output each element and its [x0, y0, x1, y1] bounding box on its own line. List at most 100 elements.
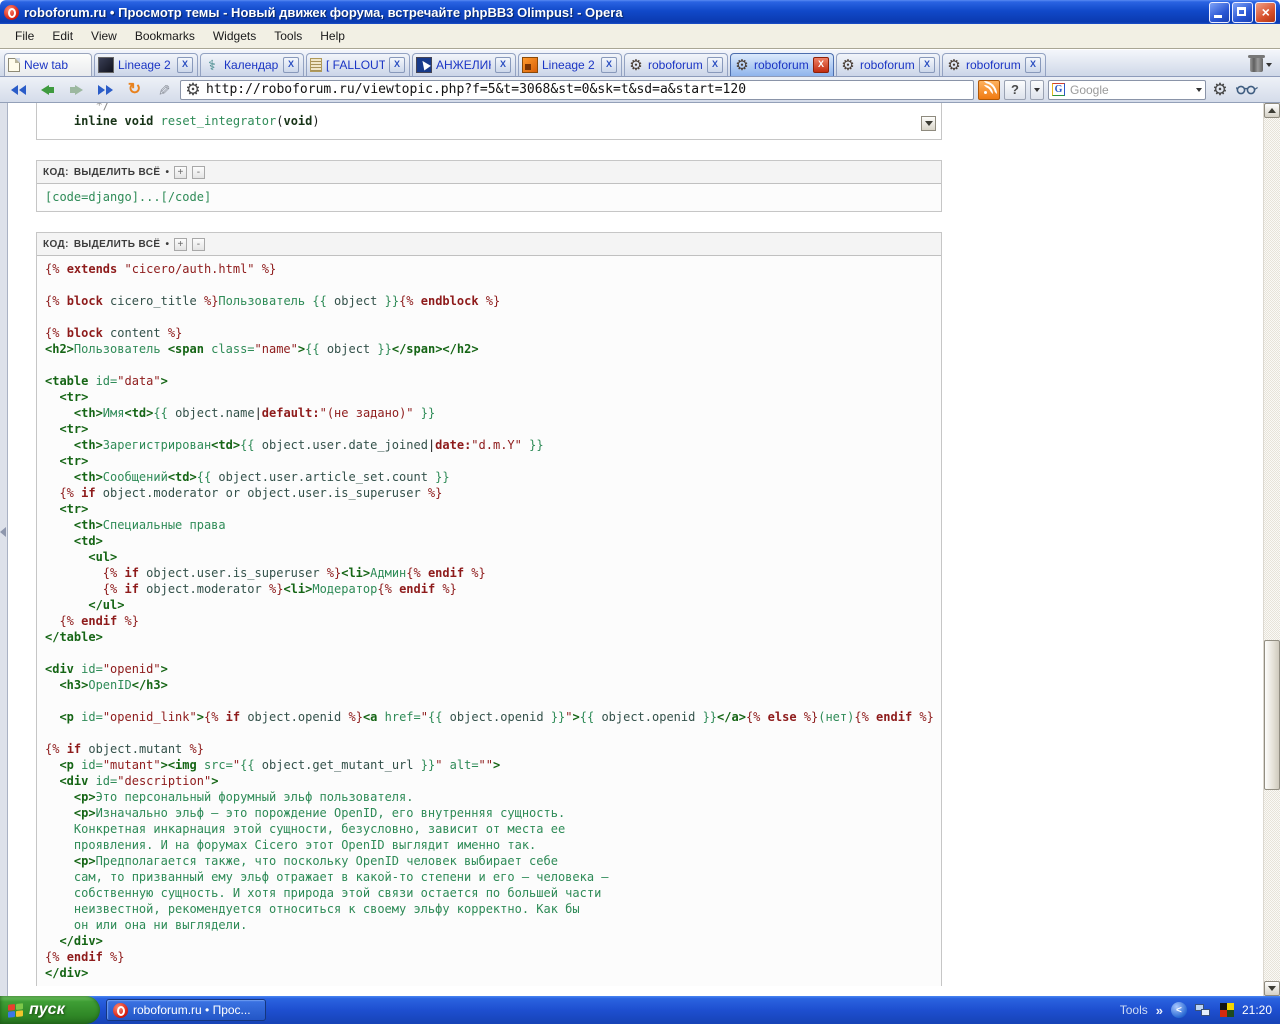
tab-close-button[interactable]: X — [283, 57, 299, 73]
tab[interactable]: [ FALLOUT.RU...X — [306, 53, 410, 76]
code-block-1: КОД: ВЫДЕЛИТЬ ВСЁ • + - [code=django]...… — [36, 160, 942, 212]
edit-mode-button[interactable]: ✎ — [151, 79, 176, 100]
address-dropdown-button[interactable] — [1030, 80, 1044, 100]
code-line: {% if object.moderator or object.user.is… — [45, 485, 933, 501]
tab-close-button[interactable]: X — [813, 57, 829, 73]
back-icon-bar — [49, 87, 54, 93]
code-scroll-dropdown-button[interactable] — [921, 116, 936, 131]
select-all-link[interactable]: ВЫДЕЛИТЬ ВСЁ — [74, 167, 161, 178]
desktop: roboforum.ru • Просмотр темы - Новый дви… — [0, 0, 1280, 1024]
code-line: {% block content %} — [45, 325, 933, 341]
code-line: Конкретная инкарнация этой сущности, без… — [45, 821, 933, 837]
tab-close-button[interactable]: X — [389, 57, 405, 73]
code-line — [45, 725, 933, 741]
tab-close-button[interactable]: X — [177, 57, 193, 73]
code-line: {% endif %} — [45, 613, 933, 629]
search-dropdown-icon[interactable] — [1196, 88, 1202, 92]
code-line — [45, 309, 933, 325]
menu-item[interactable]: File — [6, 26, 43, 46]
reload-button[interactable]: ↻ — [122, 79, 147, 100]
code-line: собственную сущность. И хотя природа это… — [45, 885, 933, 901]
close-button[interactable]: × — [1255, 2, 1276, 23]
tab-close-button[interactable]: X — [919, 57, 935, 73]
panel-splitter[interactable] — [0, 103, 8, 996]
maximize-button[interactable] — [1232, 2, 1253, 23]
url-text[interactable]: http://roboforum.ru/viewtopic.php?f=5&t=… — [206, 82, 746, 97]
tab[interactable]: roboforum.ru •...X — [730, 53, 834, 76]
code-line: <td> — [45, 533, 933, 549]
start-button[interactable]: пуск — [0, 996, 100, 1024]
caret-down-icon — [1266, 63, 1272, 67]
tray-collapse-button[interactable] — [1171, 1002, 1187, 1018]
menu-item[interactable]: Edit — [43, 26, 82, 46]
code-line: <h2>Пользователь <span class="name">{{ o… — [45, 341, 933, 357]
select-all-link[interactable]: ВЫДЕЛИТЬ ВСЁ — [74, 239, 161, 250]
fast-forward-button[interactable] — [93, 79, 118, 100]
back-icon — [41, 85, 49, 95]
gear-icon — [628, 57, 644, 73]
scroll-down-button[interactable] — [1264, 981, 1280, 996]
code-line: <tr> — [45, 501, 933, 517]
rss-button[interactable] — [978, 80, 1000, 100]
google-icon: G — [1052, 83, 1065, 96]
language-indicator-icon[interactable] — [1220, 1003, 1234, 1017]
pencil-icon: ✎ — [154, 83, 172, 96]
url-field[interactable]: http://roboforum.ru/viewtopic.php?f=5&t=… — [180, 80, 974, 100]
tab[interactable]: АНЖЕЛИКА - ...X — [412, 53, 516, 76]
tab[interactable]: roboforum.ru •... X — [624, 53, 728, 76]
menu-item[interactable]: Help — [311, 26, 354, 46]
code-line — [45, 645, 933, 661]
code-line: <p id="openid_link">{% if object.openid … — [45, 709, 933, 725]
tab-label: New tab — [24, 58, 87, 72]
expand-button[interactable]: + — [174, 166, 187, 179]
expand-button[interactable]: + — [174, 238, 187, 251]
code-line: <tr> — [45, 389, 933, 405]
vertical-scrollbar[interactable] — [1263, 103, 1280, 996]
code-line: <div id="description"> — [45, 773, 933, 789]
tab[interactable]: Lineage 2 Data...X — [518, 53, 622, 76]
code-label: КОД: — [43, 239, 69, 250]
zoom-view-button[interactable] — [1234, 80, 1260, 100]
code-line: проявления. И на форумах Cicero этот Ope… — [45, 837, 933, 853]
help-button[interactable]: ? — [1004, 80, 1026, 100]
code-line: <tr> — [45, 453, 933, 469]
new-tab-button[interactable]: New tab — [4, 53, 92, 76]
chevron-icon[interactable]: » — [1156, 1003, 1163, 1018]
back-button[interactable] — [35, 79, 60, 100]
forward-button[interactable] — [64, 79, 89, 100]
taskbar-task-button[interactable]: roboforum.ru • Прос... — [106, 999, 266, 1021]
tab[interactable]: roboforum.ru •...X — [942, 53, 1046, 76]
lineage-dark-icon — [98, 57, 114, 73]
closed-tabs-trash-button[interactable] — [1246, 58, 1276, 76]
tab-close-button[interactable]: X — [707, 57, 723, 73]
network-tray-icon[interactable] — [1195, 1003, 1212, 1018]
code-line: [code=django]...[/code] — [45, 189, 933, 205]
code-line — [45, 357, 933, 373]
menu-item[interactable]: Tools — [265, 26, 311, 46]
tools-toolbar-label[interactable]: Tools — [1120, 1003, 1148, 1017]
menu-item[interactable]: Widgets — [204, 26, 265, 46]
code-line: <tr> — [45, 421, 933, 437]
scroll-up-button[interactable] — [1264, 103, 1280, 118]
code-line: </table> — [45, 629, 933, 645]
menu-item[interactable]: Bookmarks — [126, 26, 204, 46]
taskbar: пуск roboforum.ru • Прос... Tools » 21:2… — [0, 996, 1280, 1024]
minimize-button[interactable] — [1209, 2, 1230, 23]
rewind-icon2 — [19, 85, 26, 95]
tab-close-button[interactable]: X — [601, 57, 617, 73]
tab-close-button[interactable]: X — [1025, 57, 1041, 73]
menu-item[interactable]: View — [82, 26, 126, 46]
tab[interactable]: Календарь бе...X — [200, 53, 304, 76]
collapse-button[interactable]: - — [192, 166, 205, 179]
tab-close-button[interactable]: X — [495, 57, 511, 73]
tab-label: roboforum.ru •... — [648, 58, 703, 72]
scrollbar-thumb[interactable] — [1264, 640, 1280, 790]
code-content: {% extends "cicero/auth.html" %} {% bloc… — [37, 256, 941, 986]
rewind-button[interactable] — [6, 79, 31, 100]
search-field[interactable]: G Google — [1048, 80, 1206, 100]
tab[interactable]: Lineage 2 - Ба...X — [94, 53, 198, 76]
quick-preferences-button[interactable] — [1210, 80, 1230, 100]
tab[interactable]: roboforum.ru •...X — [836, 53, 940, 76]
collapse-button[interactable]: - — [192, 238, 205, 251]
glasses-icon — [1236, 83, 1258, 96]
